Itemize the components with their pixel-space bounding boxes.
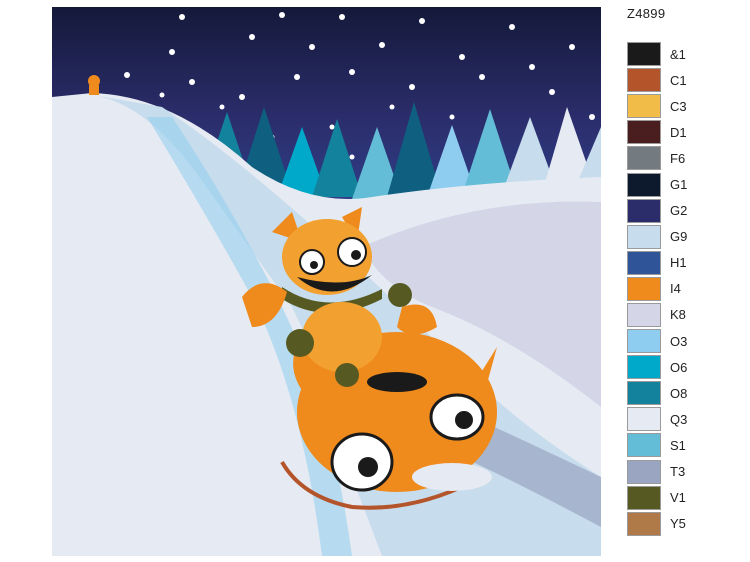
color-code-label: O6 bbox=[670, 359, 688, 375]
color-swatch bbox=[627, 381, 661, 406]
legend-item: K8 bbox=[627, 302, 687, 328]
color-code-label: Y5 bbox=[670, 516, 686, 532]
color-code-label: O8 bbox=[670, 385, 688, 401]
color-swatch bbox=[627, 276, 661, 301]
color-swatch bbox=[627, 198, 661, 223]
color-code-label: H1 bbox=[670, 255, 687, 271]
color-code-label: V1 bbox=[670, 490, 686, 506]
color-code-label: &1 bbox=[670, 46, 686, 62]
legend-item: I4 bbox=[627, 276, 687, 302]
color-swatch bbox=[627, 68, 661, 93]
legend-item: T3 bbox=[627, 459, 687, 485]
color-code-label: F6 bbox=[670, 150, 686, 166]
color-code-label: G1 bbox=[670, 177, 688, 193]
color-swatch bbox=[627, 302, 661, 327]
color-code-label: K8 bbox=[670, 307, 686, 323]
legend-item: O3 bbox=[627, 328, 687, 354]
color-code-label: C3 bbox=[670, 98, 687, 114]
color-code-label: I4 bbox=[670, 281, 681, 297]
color-swatch bbox=[627, 329, 661, 354]
legend-item: F6 bbox=[627, 145, 687, 171]
legend-item: S1 bbox=[627, 432, 687, 458]
legend-item: C1 bbox=[627, 67, 687, 93]
color-code-label: C1 bbox=[670, 72, 687, 88]
color-code-label: D1 bbox=[670, 124, 687, 140]
color-code-label: G9 bbox=[670, 229, 688, 245]
legend-item: O6 bbox=[627, 354, 687, 380]
legend-item: &1 bbox=[627, 41, 687, 67]
color-swatch bbox=[627, 433, 661, 458]
color-code-label: G2 bbox=[670, 203, 688, 219]
color-swatch bbox=[627, 511, 661, 536]
color-swatch bbox=[627, 94, 661, 119]
color-code-label: S1 bbox=[670, 437, 686, 453]
color-legend: &1 C1 C3 D1 F6 G1 G2 G9 H1 I4 K8 O3 O6 O8 Q3 S1 T3 V1 Y5 bbox=[627, 41, 687, 537]
color-swatch bbox=[627, 146, 661, 171]
legend-item: H1 bbox=[627, 250, 687, 276]
color-swatch bbox=[627, 172, 661, 197]
color-code-label: O3 bbox=[670, 333, 688, 349]
distant-cat bbox=[88, 75, 100, 95]
color-swatch bbox=[627, 459, 661, 484]
legend-item: Q3 bbox=[627, 406, 687, 432]
legend-item: D1 bbox=[627, 119, 687, 145]
legend-item: G9 bbox=[627, 224, 687, 250]
color-swatch bbox=[627, 485, 661, 510]
color-swatch bbox=[627, 355, 661, 380]
color-swatch bbox=[627, 250, 661, 275]
color-swatch bbox=[627, 224, 661, 249]
color-swatch bbox=[627, 42, 661, 67]
painting-artwork bbox=[52, 7, 601, 556]
color-code-label: T3 bbox=[670, 464, 686, 480]
legend-item: O8 bbox=[627, 380, 687, 406]
color-code-label: Q3 bbox=[670, 411, 688, 427]
legend-item: V1 bbox=[627, 485, 687, 511]
color-swatch bbox=[627, 120, 661, 145]
product-code: Z4899 bbox=[627, 6, 666, 21]
legend-item: G1 bbox=[627, 171, 687, 197]
legend-item: G2 bbox=[627, 198, 687, 224]
legend-item: Y5 bbox=[627, 511, 687, 537]
color-swatch bbox=[627, 407, 661, 432]
legend-item: C3 bbox=[627, 93, 687, 119]
sledding-cats-illustration bbox=[52, 7, 601, 556]
